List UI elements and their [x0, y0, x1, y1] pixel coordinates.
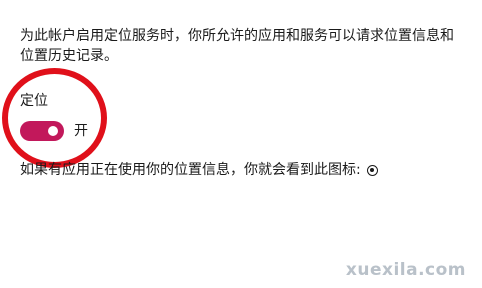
- toggle-state-label: 开: [74, 123, 88, 139]
- location-description: 为此帐户启用定位服务时，你所允许的应用和服务可以请求位置信息和位置历史记录。: [20, 28, 454, 64]
- toggle-knob: [48, 126, 58, 136]
- location-in-use-icon: [366, 164, 378, 176]
- location-section-label: 定位: [20, 93, 48, 109]
- location-toggle-row: 开: [20, 120, 88, 142]
- info-text: 如果有应用正在使用你的位置信息，你就会看到此图标:: [20, 162, 361, 178]
- watermark: xuexila.com: [345, 260, 466, 280]
- red-highlight-circle: [2, 68, 107, 168]
- location-in-use-info: 如果有应用正在使用你的位置信息，你就会看到此图标:: [20, 160, 378, 180]
- location-toggle-switch[interactable]: [20, 121, 64, 141]
